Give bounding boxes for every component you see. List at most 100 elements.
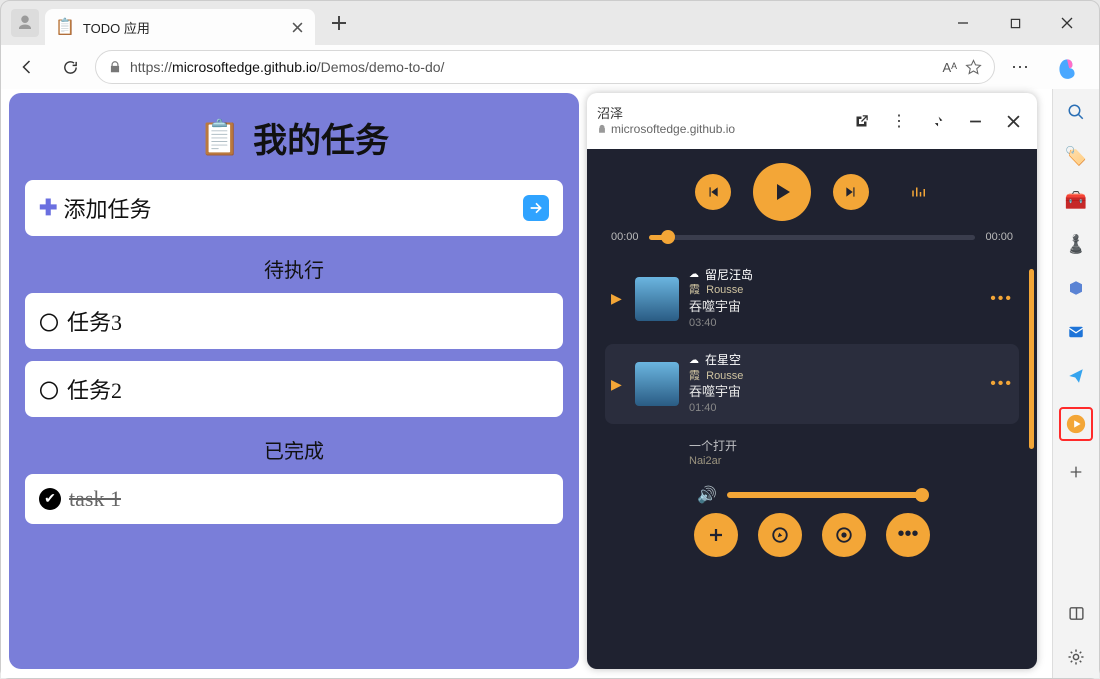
task-row-done[interactable]: ✔ task 1 bbox=[25, 474, 563, 524]
play-indicator-icon: ▶ bbox=[611, 290, 625, 307]
search-icon bbox=[1067, 103, 1085, 121]
maximize-button[interactable] bbox=[993, 7, 1037, 39]
volume-slider[interactable] bbox=[727, 492, 927, 498]
favorite-button[interactable] bbox=[965, 59, 982, 76]
submit-task-button[interactable] bbox=[523, 195, 549, 221]
track-more-button[interactable]: ••• bbox=[990, 375, 1013, 393]
search-sidebar-button[interactable] bbox=[1063, 99, 1089, 125]
close-icon bbox=[1061, 17, 1073, 29]
browser-tab[interactable]: 📋 TODO 应用 bbox=[45, 9, 315, 45]
browser-sidebar: 🏷️ 🧰 ♟️ bbox=[1052, 89, 1099, 678]
play-circle-icon bbox=[1065, 413, 1087, 435]
refresh-button[interactable] bbox=[53, 50, 87, 84]
person-icon bbox=[16, 14, 34, 32]
next-track-button[interactable] bbox=[833, 174, 869, 210]
copilot-icon bbox=[1054, 54, 1080, 80]
plus-icon: ✚ bbox=[39, 195, 57, 221]
more-menu-button[interactable]: ⋯ bbox=[1003, 50, 1037, 84]
bottom-controls: ••• bbox=[605, 513, 1019, 557]
task-row[interactable]: 〇 任务2 bbox=[25, 361, 563, 417]
outlook-sidebar-button[interactable] bbox=[1063, 319, 1089, 345]
explore-button[interactable] bbox=[758, 513, 802, 557]
panel-scrollbar[interactable] bbox=[1029, 269, 1034, 449]
track-row[interactable]: ▶ ☁留尼汪岛 霞 Rousse 吞噬宇宙 03:40 ••• bbox=[605, 259, 1019, 338]
lock-icon bbox=[108, 60, 122, 74]
volume-thumb[interactable] bbox=[915, 488, 929, 502]
track-row[interactable]: ▶ ☁在星空 霞 Rousse 吞噬宇宙 01:40 ••• bbox=[605, 344, 1019, 423]
slider-thumb[interactable] bbox=[661, 230, 675, 244]
check-icon[interactable]: ✔ bbox=[39, 488, 61, 510]
plus-icon bbox=[1068, 464, 1084, 480]
play-icon bbox=[770, 180, 794, 204]
music-more-button[interactable]: ••• bbox=[886, 513, 930, 557]
read-aloud-button[interactable]: Aᴬ bbox=[942, 60, 957, 75]
equalizer-button[interactable] bbox=[909, 183, 929, 201]
profile-avatar[interactable] bbox=[11, 9, 39, 37]
task-text: 任务3 bbox=[67, 305, 122, 337]
task-row[interactable]: 〇 任务3 bbox=[25, 293, 563, 349]
track-title: 一个打开 bbox=[689, 438, 737, 454]
task-text: 任务2 bbox=[67, 373, 122, 405]
album-cover bbox=[635, 277, 679, 321]
minimize-icon bbox=[957, 17, 969, 29]
panel-more-button[interactable]: ⋮ bbox=[885, 107, 913, 135]
volume-row: 🔊 bbox=[605, 485, 1019, 505]
compass-icon bbox=[771, 526, 789, 544]
section-done-label: 已完成 bbox=[25, 435, 563, 464]
add-task-card[interactable]: ✚ 添加任务 bbox=[25, 180, 563, 236]
split-screen-button[interactable] bbox=[1063, 600, 1089, 626]
track-more-button[interactable]: ••• bbox=[990, 290, 1013, 308]
panel-header: 沼泽 microsoftedge.github.io ⋮ bbox=[587, 93, 1037, 149]
album-cover bbox=[635, 362, 679, 406]
plus-icon bbox=[707, 526, 725, 544]
player-controls bbox=[605, 163, 1019, 221]
new-tab-button[interactable] bbox=[323, 7, 355, 39]
external-link-icon bbox=[854, 114, 869, 129]
close-window-button[interactable] bbox=[1045, 7, 1089, 39]
copilot-button[interactable] bbox=[1045, 45, 1089, 89]
shopping-sidebar-button[interactable]: 🏷️ bbox=[1063, 143, 1089, 169]
panel-minimize-button[interactable] bbox=[961, 107, 989, 135]
split-screen-icon bbox=[1068, 605, 1085, 622]
task-text: task 1 bbox=[69, 486, 121, 512]
play-button[interactable] bbox=[753, 163, 811, 221]
minimize-button[interactable] bbox=[941, 7, 985, 39]
music-extension-button[interactable] bbox=[1059, 407, 1093, 441]
open-external-button[interactable] bbox=[847, 107, 875, 135]
settings-sidebar-button[interactable] bbox=[1063, 644, 1089, 670]
panel-title: 沼泽 bbox=[597, 106, 735, 122]
equalizer-icon bbox=[909, 183, 929, 201]
radio-icon[interactable]: 〇 bbox=[39, 307, 59, 336]
track-row[interactable]: 一个打开 Nai2ar bbox=[605, 430, 1019, 477]
prev-track-button[interactable] bbox=[695, 174, 731, 210]
track-duration: 03:40 bbox=[689, 316, 753, 331]
panel-close-button[interactable] bbox=[999, 107, 1027, 135]
play-indicator-icon: ▶ bbox=[611, 376, 625, 393]
add-button[interactable] bbox=[694, 513, 738, 557]
paper-plane-icon bbox=[1067, 367, 1085, 385]
music-body: 00:00 00:00 ▶ ☁ 留尼汪岛 bbox=[587, 149, 1037, 669]
back-button[interactable] bbox=[11, 50, 45, 84]
tools-sidebar-button[interactable]: 🧰 bbox=[1063, 187, 1089, 213]
cloud-icon: ☁ bbox=[689, 268, 699, 282]
record-button[interactable] bbox=[822, 513, 866, 557]
volume-icon[interactable]: 🔊 bbox=[697, 485, 717, 505]
track-list: ▶ ☁留尼汪岛 霞 Rousse 吞噬宇宙 03:40 ••• ▶ bbox=[605, 259, 1019, 477]
radio-icon[interactable]: 〇 bbox=[39, 375, 59, 404]
url-field[interactable]: https://microsoftedge.github.io/Demos/de… bbox=[95, 50, 995, 84]
office-sidebar-button[interactable] bbox=[1063, 275, 1089, 301]
close-tab-button[interactable] bbox=[289, 19, 305, 35]
pin-button[interactable] bbox=[923, 107, 951, 135]
games-sidebar-button[interactable]: ♟️ bbox=[1063, 231, 1089, 257]
music-side-panel: 沼泽 microsoftedge.github.io ⋮ bbox=[587, 93, 1037, 669]
minimize-icon bbox=[969, 115, 982, 128]
progress-slider[interactable]: 00:00 00:00 bbox=[611, 231, 1013, 243]
track-album: 吞噬宇宙 bbox=[689, 383, 743, 401]
page-title: 我的任务 bbox=[253, 113, 389, 162]
track-title: 留尼汪岛 bbox=[705, 267, 753, 283]
track-duration: 01:40 bbox=[689, 401, 743, 416]
send-sidebar-button[interactable] bbox=[1063, 363, 1089, 389]
slider-track[interactable] bbox=[649, 235, 976, 240]
panel-host: microsoftedge.github.io bbox=[597, 122, 735, 136]
add-sidebar-button[interactable] bbox=[1063, 459, 1089, 485]
